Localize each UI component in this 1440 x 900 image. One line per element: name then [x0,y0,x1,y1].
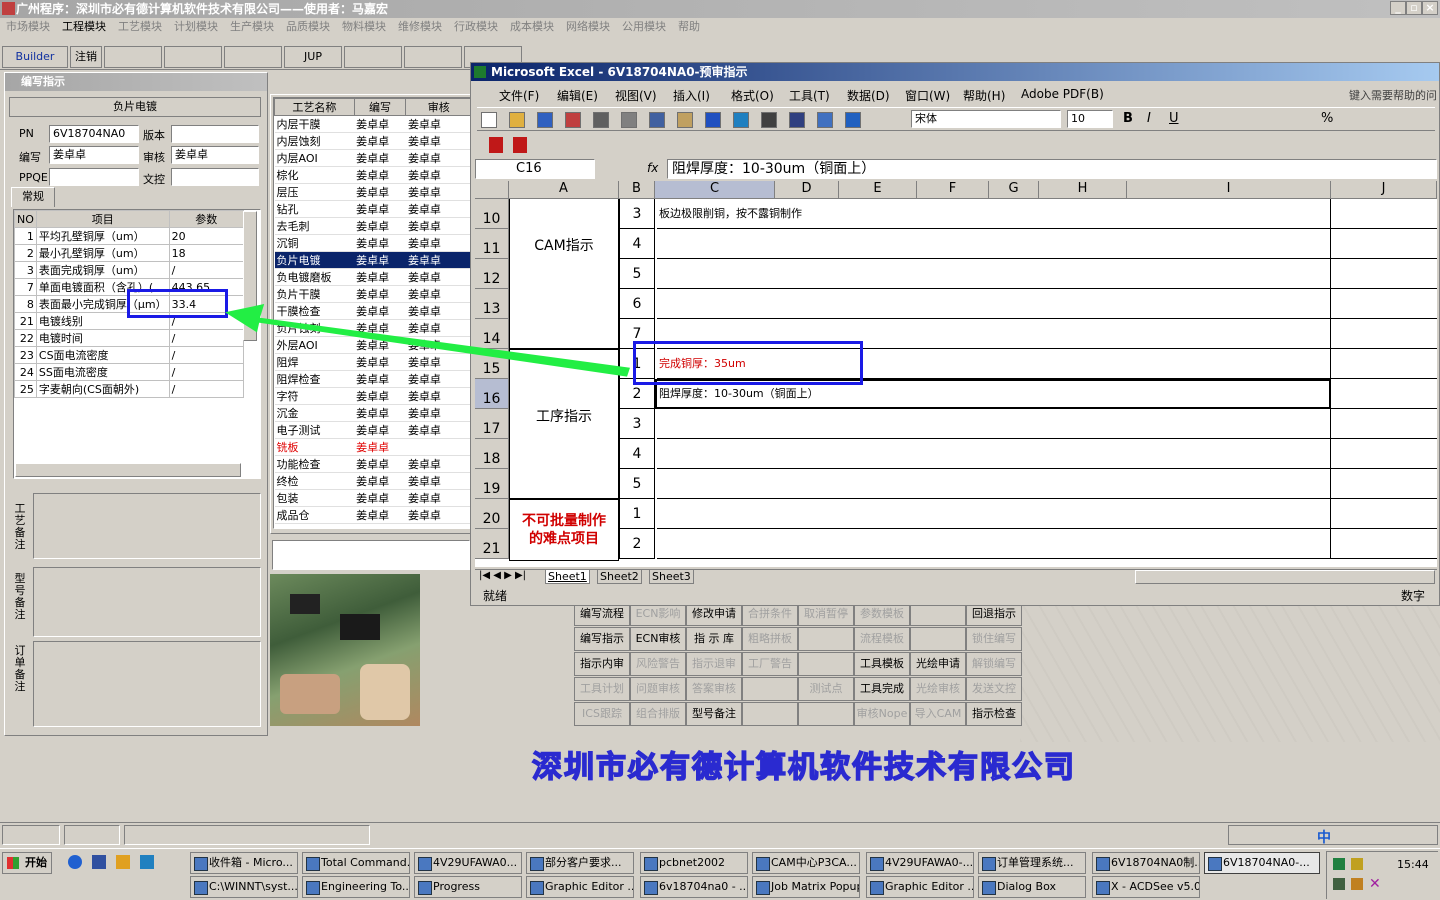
outlook-icon[interactable] [92,855,106,869]
task-button[interactable]: Job Matrix Popup [752,876,860,898]
task-button[interactable]: 部分客户要求... [526,852,634,874]
task-button[interactable]: Dialog Box [978,876,1086,898]
task-button[interactable]: X - ACDSee v5.0 [1092,876,1200,898]
app-status-bar: 中 [0,822,1440,846]
media-icon[interactable] [140,855,154,869]
tray-close-icon[interactable]: ✕ [1369,876,1381,892]
status-pane-2 [64,825,120,845]
task-button[interactable]: Engineering To... [302,876,410,898]
start-button[interactable]: 开始 [2,852,52,874]
task-button[interactable]: 6V18704NA0-... [1204,852,1320,874]
status-pane-1 [2,825,60,845]
tray-icon-2[interactable] [1351,858,1363,870]
task-button[interactable]: pcbnet2002 [640,852,748,874]
task-button[interactable]: 4V29UFAWA0-... [866,852,974,874]
highlight-box-excel [633,341,863,385]
tray-icon-3[interactable] [1333,878,1345,890]
task-button[interactable]: Graphic Editor ... [866,876,974,898]
task-button[interactable]: 收件箱 - Micro... [190,852,298,874]
ime-mode[interactable]: 中 [1317,827,1331,847]
task-button[interactable]: 订单管理系统... [978,852,1086,874]
task-button[interactable]: CAM中心P3CA... [752,852,860,874]
task-button[interactable]: Total Command... [302,852,410,874]
status-pane-3 [124,825,370,845]
ime-toolbar[interactable]: 中 [1228,825,1438,847]
task-button[interactable]: 6V18704NA0制... [1092,852,1200,874]
clock[interactable]: 15:44 [1397,858,1429,871]
tray-icon-1[interactable] [1333,858,1345,870]
windows-logo-icon [7,857,19,869]
task-button[interactable]: Progress [414,876,522,898]
desktop-icon[interactable] [116,855,130,869]
arrow-shape [225,304,630,377]
start-label: 开始 [25,856,47,869]
ie-icon[interactable] [68,855,82,869]
system-tray: 15:44 ✕ [1326,851,1438,899]
task-button[interactable]: Graphic Editor ... [526,876,634,898]
taskbar: 开始 15:44 ✕ 收件箱 - Micro... Total Command..… [0,848,1440,900]
task-button[interactable]: 4V29UFAWA0... [414,852,522,874]
tray-icon-4[interactable] [1351,878,1363,890]
task-button[interactable]: C:\WINNT\syst... [190,876,298,898]
annotation-arrow [225,304,630,377]
quick-launch [64,853,184,873]
task-button[interactable]: 6v18704na0 - ... [640,876,748,898]
